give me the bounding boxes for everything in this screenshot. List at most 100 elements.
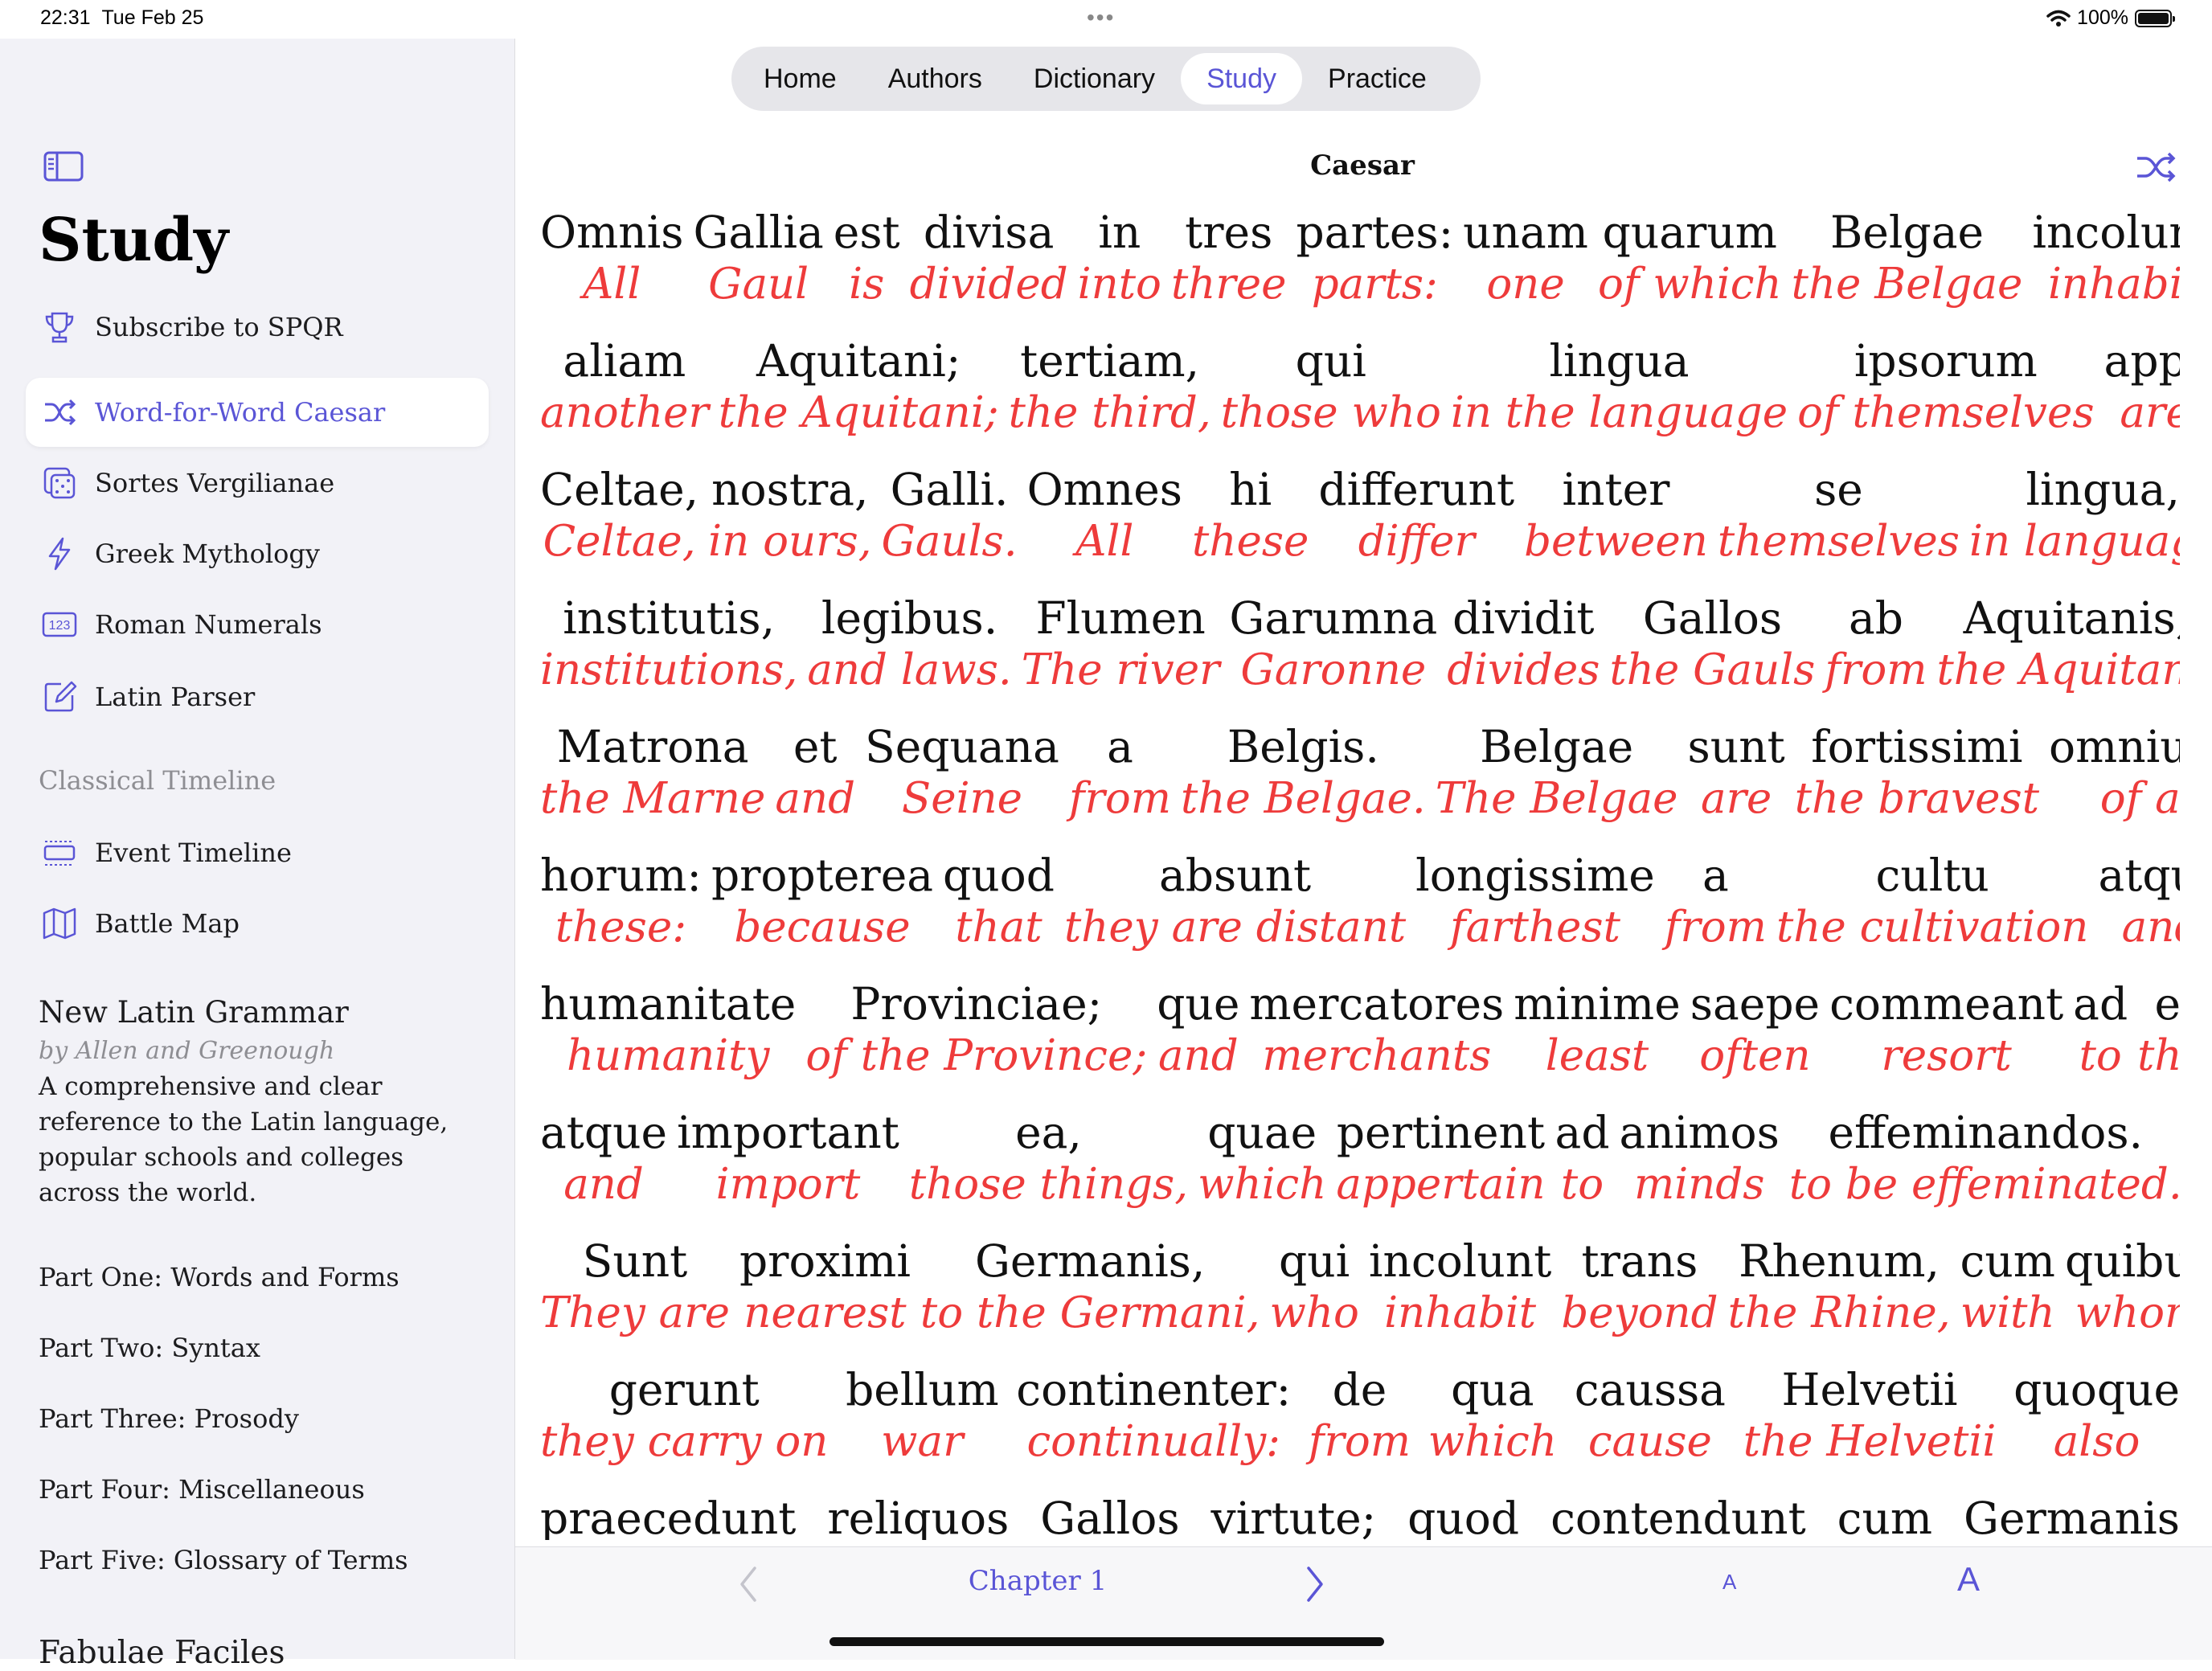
word-pair[interactable]: Sunt They are bbox=[540, 1235, 730, 1339]
sidebar-item-word-for-word-caesar[interactable]: Word-for-Word Caesar bbox=[26, 378, 489, 447]
word-pair[interactable]: legibus. and laws. bbox=[807, 592, 1011, 696]
word-pair[interactable]: cultu the cultivation bbox=[1776, 849, 2089, 953]
part-five-link[interactable]: Part Five: Glossary of Terms bbox=[39, 1545, 408, 1575]
word-pair[interactable]: proximi nearest bbox=[739, 1235, 911, 1339]
word-pair[interactable]: Belgae the Belgae bbox=[1792, 206, 2023, 310]
latin-word[interactable]: et bbox=[775, 720, 855, 773]
latin-word[interactable]: saepe bbox=[1690, 977, 1820, 1030]
word-pair[interactable]: ad to bbox=[1555, 1106, 1610, 1210]
latin-word[interactable]: horum: bbox=[540, 849, 702, 902]
latin-word[interactable]: unam bbox=[1463, 206, 1588, 259]
word-pair[interactable]: Helvetii the Helvetii bbox=[1743, 1363, 1997, 1468]
latin-word[interactable]: qui bbox=[1221, 334, 1441, 387]
latin-word[interactable]: Garumna bbox=[1229, 592, 1437, 645]
grammar-title[interactable]: New Latin Grammar bbox=[39, 995, 349, 1030]
word-pair[interactable]: appelanturare called bbox=[2104, 334, 2180, 439]
latin-word[interactable]: animos bbox=[1620, 1106, 1780, 1159]
latin-word[interactable]: contendunt bbox=[1550, 1492, 1806, 1540]
latin-word[interactable]: est bbox=[834, 206, 900, 259]
latin-word[interactable]: praecedunt bbox=[540, 1492, 796, 1540]
word-pair[interactable]: et and bbox=[775, 720, 855, 825]
word-pair[interactable]: Celtae, Celtae, bbox=[540, 463, 698, 567]
latin-word[interactable]: Rhenum, bbox=[1728, 1235, 1951, 1288]
word-pair[interactable]: ipsorum of themselves bbox=[1797, 334, 2094, 439]
word-pair[interactable]: eos,them, bbox=[2137, 977, 2180, 1082]
word-pair[interactable]: ea, those things, bbox=[909, 1106, 1188, 1210]
word-pair[interactable]: Germanis bbox=[1964, 1492, 2180, 1540]
latin-word[interactable]: atque bbox=[2098, 849, 2180, 902]
chapter-label[interactable]: Chapter 1 bbox=[917, 1565, 1158, 1597]
word-pair[interactable]: Provinciae; of the Province; bbox=[805, 977, 1147, 1082]
latin-word[interactable]: absunt bbox=[1064, 849, 1406, 902]
latin-word[interactable]: Gallia bbox=[693, 206, 823, 259]
part-one-link[interactable]: Part One: Words and Forms bbox=[39, 1262, 399, 1292]
latin-word[interactable]: eos, bbox=[2137, 977, 2180, 1030]
word-pair[interactable]: pertinent appertain bbox=[1336, 1106, 1545, 1210]
word-pair[interactable]: ab from bbox=[1825, 592, 1927, 696]
latin-word[interactable]: aliam bbox=[540, 334, 709, 387]
latin-word[interactable]: important bbox=[677, 1106, 899, 1159]
sidebar-item-latin-parser[interactable]: Latin Parser bbox=[26, 662, 489, 731]
latin-word[interactable]: quoque bbox=[2013, 1363, 2180, 1416]
part-two-link[interactable]: Part Two: Syntax bbox=[39, 1333, 260, 1363]
latin-word[interactable]: commeant bbox=[1829, 977, 2063, 1030]
latin-word[interactable]: a bbox=[1665, 849, 1767, 902]
word-pair[interactable]: quoque also bbox=[2013, 1363, 2180, 1468]
latin-word[interactable]: dividit bbox=[1447, 592, 1600, 645]
word-pair[interactable]: unam one bbox=[1463, 206, 1588, 310]
shuffle-button[interactable] bbox=[2135, 149, 2177, 185]
sidebar-item-greek-mythology[interactable]: Greek Mythology bbox=[26, 519, 489, 588]
word-pair[interactable]: quod that bbox=[943, 849, 1055, 953]
latin-word[interactable]: institutis, bbox=[540, 592, 797, 645]
latin-word[interactable]: quod bbox=[1407, 1492, 1519, 1540]
word-pair[interactable]: Garumna Garonne bbox=[1229, 592, 1437, 696]
latin-word[interactable]: trans bbox=[1561, 1235, 1718, 1288]
latin-word[interactable]: proximi bbox=[739, 1235, 911, 1288]
latin-word[interactable]: sunt bbox=[1688, 720, 1785, 773]
part-three-link[interactable]: Part Three: Prosody bbox=[39, 1403, 299, 1434]
word-pair[interactable]: in into bbox=[1078, 206, 1161, 310]
word-pair[interactable]: tertiam, the third, bbox=[1009, 334, 1211, 439]
latin-word[interactable]: cum bbox=[1837, 1492, 1932, 1540]
word-pair[interactable]: contendunt bbox=[1550, 1492, 1806, 1540]
latin-word[interactable]: fortissimi bbox=[1795, 720, 2039, 773]
latin-word[interactable]: legibus. bbox=[807, 592, 1011, 645]
word-pair[interactable]: Matrona the Marne bbox=[540, 720, 765, 825]
word-pair[interactable]: Sequana Seine bbox=[865, 720, 1059, 825]
word-pair[interactable]: reliquos bbox=[827, 1492, 1009, 1540]
latin-word[interactable]: caussa bbox=[1575, 1363, 1726, 1416]
latin-word[interactable]: differunt bbox=[1318, 463, 1514, 516]
word-pair[interactable]: a from bbox=[1665, 849, 1767, 953]
latin-word[interactable]: nostra, bbox=[708, 463, 871, 516]
word-pair[interactable]: Galli. Gauls. bbox=[882, 463, 1018, 567]
latin-word[interactable]: Aquitanis, bbox=[1937, 592, 2180, 645]
latin-word[interactable]: in bbox=[1078, 206, 1161, 259]
word-pair[interactable]: cum bbox=[1837, 1492, 1932, 1540]
latin-word[interactable]: Flumen bbox=[1022, 592, 1220, 645]
latin-word[interactable]: gerunt bbox=[540, 1363, 828, 1416]
word-pair[interactable]: sunt are bbox=[1688, 720, 1785, 825]
word-pair[interactable]: fortissimi the bravest bbox=[1795, 720, 2039, 825]
word-pair[interactable]: incolunt;inhabit; bbox=[2032, 206, 2180, 310]
latin-word[interactable]: propterea bbox=[711, 849, 933, 902]
word-pair[interactable]: de from bbox=[1309, 1363, 1411, 1468]
word-pair[interactable]: qua which bbox=[1428, 1363, 1557, 1468]
word-pair[interactable]: differunt differ bbox=[1318, 463, 1514, 567]
latin-word[interactable]: incolunt bbox=[1369, 1235, 1551, 1288]
word-pair[interactable]: quarum of which bbox=[1598, 206, 1782, 310]
word-pair[interactable]: saepe often bbox=[1690, 977, 1820, 1082]
word-pair[interactable]: incolunt inhabit bbox=[1369, 1235, 1551, 1339]
word-pair[interactable]: qui who bbox=[1269, 1235, 1358, 1339]
latin-word[interactable]: lingua bbox=[1451, 334, 1788, 387]
latin-word[interactable]: Matrona bbox=[540, 720, 765, 773]
latin-word[interactable]: que bbox=[1157, 977, 1239, 1030]
word-pair[interactable]: effeminandos. to be effeminated. bbox=[1789, 1106, 2180, 1210]
word-pair[interactable]: Aquitani; the Aquitani; bbox=[719, 334, 999, 439]
latin-word[interactable]: quarum bbox=[1598, 206, 1782, 259]
word-pair[interactable]: se themselves bbox=[1718, 463, 1960, 567]
latin-word[interactable]: Germanis, bbox=[920, 1235, 1260, 1288]
latin-word[interactable]: cultu bbox=[1776, 849, 2089, 902]
latin-word[interactable]: inter bbox=[1524, 463, 1708, 516]
word-pair[interactable]: continenter: continually: bbox=[1016, 1363, 1291, 1468]
latin-word[interactable]: bellum bbox=[846, 1363, 999, 1416]
